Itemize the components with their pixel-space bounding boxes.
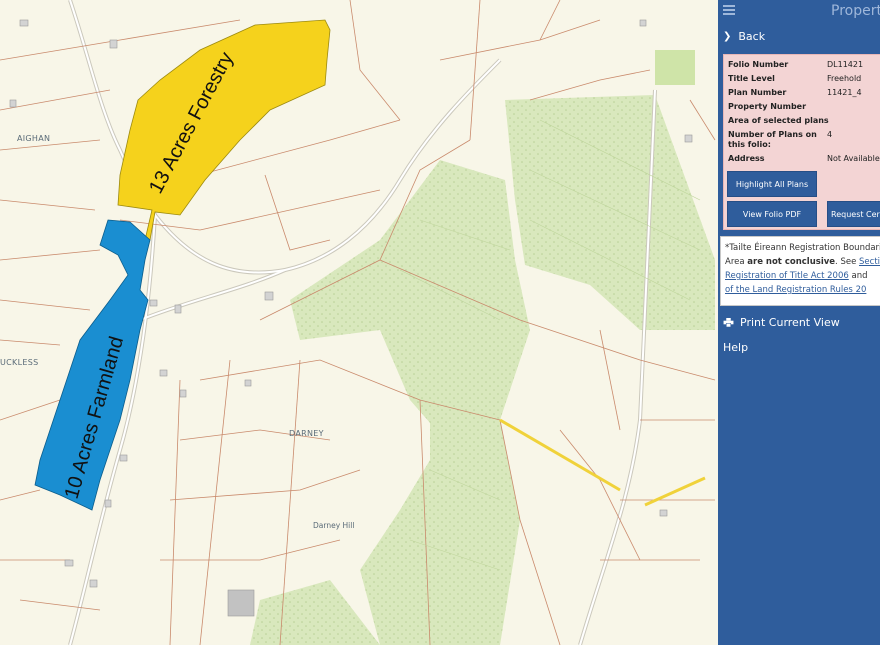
woodland-southwest (250, 580, 380, 645)
woodland-east (505, 95, 715, 330)
farmland-plot[interactable] (34, 219, 151, 511)
help-link[interactable]: Help (723, 341, 748, 354)
notice-line-1: *Tailte Éireann Registration Boundari (725, 243, 880, 253)
plans-count-key: Number of Plans on this folio: (728, 130, 817, 149)
title-level-value: Freehold (827, 74, 862, 83)
folio-number-value: DL11421 (827, 60, 864, 69)
help-label: Help (723, 341, 749, 354)
back-button[interactable]: ❯ Back (718, 23, 880, 50)
print-current-view-button[interactable]: Print Current View (723, 316, 840, 329)
property-number-key: Property Number (728, 102, 807, 111)
land-registration-rules-link[interactable]: of the Land Registration Rules 20 (725, 285, 866, 295)
print-label: Print Current View (740, 316, 840, 329)
area-selected-key: Area of selected plans (728, 116, 829, 125)
folio-row: Address Not Available (728, 152, 880, 166)
address-key: Address (728, 154, 765, 163)
folio-row: Property Number (728, 100, 880, 114)
plan-number-key: Plan Number (728, 88, 787, 97)
panel-title: Propert (831, 3, 880, 19)
notice-line-2: Area are not conclusive. See Sectio (725, 255, 880, 269)
folio-number-key: Folio Number (728, 60, 789, 69)
notice-text: . See (835, 257, 860, 267)
folio-row: Title Level Freehold (728, 72, 880, 86)
place-label-darney: DARNEY (289, 429, 324, 438)
map-canvas[interactable]: 13 Acres Forestry 10 Acres Farmland (0, 0, 718, 645)
request-cert-button[interactable]: Request Cert (827, 201, 880, 227)
view-folio-pdf-button[interactable]: View Folio PDF (727, 201, 817, 227)
woodland-south (360, 410, 520, 645)
folio-details: Folio Number DL11421 Title Level Freehol… (723, 54, 880, 230)
notice-line-4: of the Land Registration Rules 20 (725, 283, 880, 297)
notice-text: Area (725, 257, 748, 267)
notice-text: and (848, 271, 868, 281)
highlight-all-plans-button[interactable]: Highlight All Plans (727, 171, 817, 197)
section-link[interactable]: Sectio (859, 257, 880, 267)
woodland-north-small (655, 50, 695, 85)
title-act-link[interactable]: Registration of Title Act 2006 (725, 271, 849, 281)
notice-line-3: Registration of Title Act 2006 and (725, 269, 880, 283)
notice-bold: are not conclusive (747, 257, 836, 267)
folio-row: Area of selected plans (728, 114, 880, 128)
title-level-key: Title Level (728, 74, 775, 83)
plans-count-value: 4 (827, 130, 833, 139)
menu-icon[interactable] (723, 5, 735, 15)
place-label-darney-hill: Darney Hill (313, 521, 355, 530)
registration-notice: *Tailte Éireann Registration Boundari Ar… (720, 236, 880, 306)
folio-row: Number of Plans on this folio: 4 (728, 130, 880, 150)
area-selected-value (858, 114, 880, 128)
place-label-aighan: AIGHAN (17, 134, 51, 143)
back-label: Back (738, 30, 766, 43)
plan-number-value: 11421_4 (827, 88, 862, 97)
folio-table: Folio Number DL11421 Title Level Freehol… (728, 58, 880, 166)
folio-row: Plan Number 11421_4 (728, 86, 880, 100)
folio-row: Folio Number DL11421 (728, 58, 880, 72)
chevron-right-icon: ❯ (723, 31, 732, 42)
address-value: Not Available (827, 154, 880, 163)
place-label-luckless: UCKLESS (0, 358, 39, 367)
property-number-value (827, 100, 880, 114)
panel-header: Propert (718, 0, 880, 23)
map-view[interactable]: 13 Acres Forestry 10 Acres Farmland AIGH… (0, 0, 718, 645)
printer-icon (723, 318, 734, 327)
